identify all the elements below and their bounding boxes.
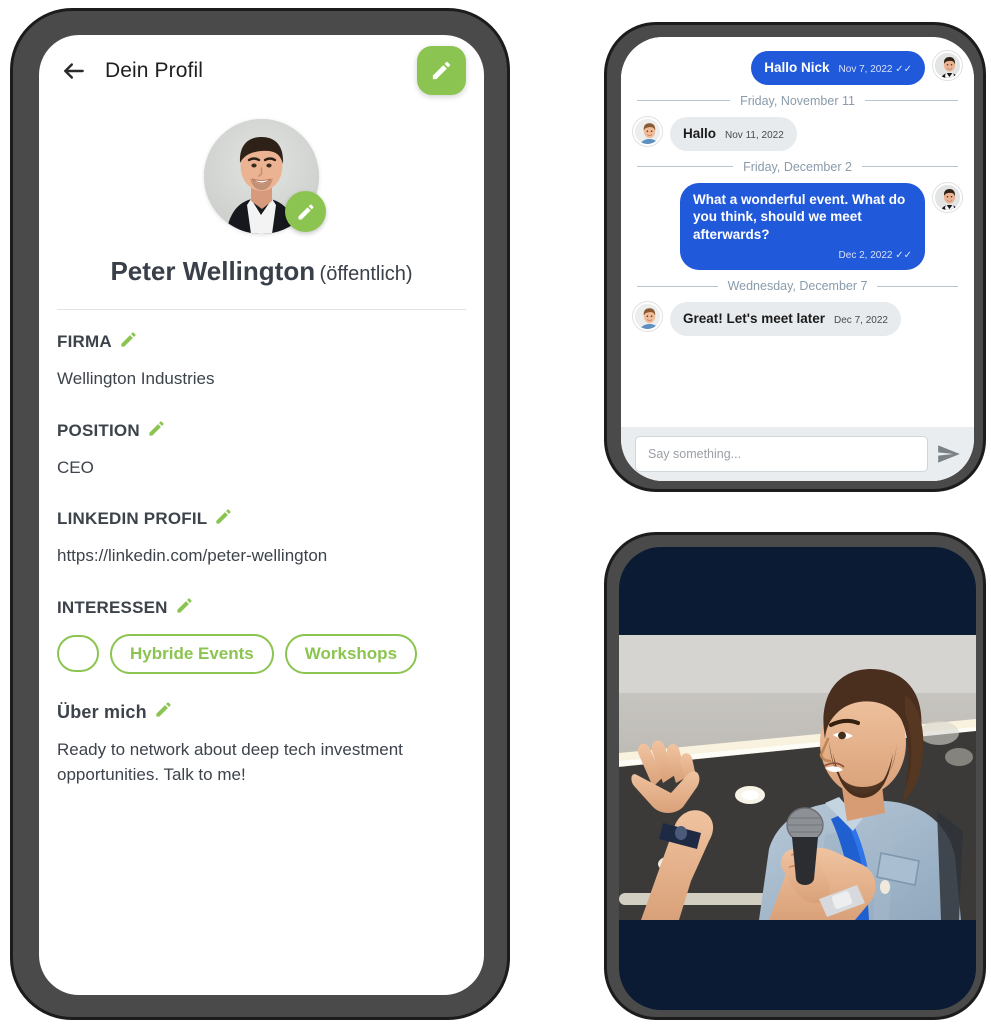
pencil-icon[interactable] — [154, 700, 173, 719]
phone-frame-chat: Hallo Nick Nov 7, 2022 ✓✓ Friday, Novembe… — [604, 22, 986, 492]
edit-profile-button[interactable] — [417, 46, 466, 95]
chat-message: Hallo Nick Nov 7, 2022 ✓✓ — [633, 51, 962, 85]
chat-input[interactable]: Say something... — [635, 436, 928, 472]
divider-line — [637, 166, 734, 168]
chat-bubble-outgoing: What a wonderful event. What do you thin… — [680, 182, 925, 271]
divider-line — [637, 285, 718, 287]
video-screen — [619, 547, 976, 1010]
avatar — [933, 51, 962, 80]
chat-bubble-outgoing: Hallo Nick Nov 7, 2022 ✓✓ — [751, 51, 925, 85]
field-value-linkedin: https://linkedin.com/peter-wellington — [57, 546, 328, 566]
chat-bubble-incoming: Hallo Nov 11, 2022 — [670, 116, 797, 151]
phone-frame-profile: Dein Profil Peter Wellington (öffentlich… — [10, 8, 510, 1020]
interest-chips: Hybride Events Workshops — [57, 633, 466, 674]
field-label-about: Über mich — [57, 702, 466, 723]
chat-message-text: Hallo Nick — [764, 60, 830, 75]
field-label-interessen: INTERESSEN — [57, 598, 466, 618]
chat-message: Great! Let's meet later Dec 7, 2022 — [633, 302, 962, 337]
profile-fields: FIRMA Wellington Industries POSITION CEO… — [39, 310, 484, 787]
profile-visibility: (öffentlich) — [319, 263, 413, 285]
avatar — [633, 116, 662, 146]
divider-line — [864, 100, 959, 102]
field-label-text: POSITION — [57, 420, 140, 440]
field-value-about: Ready to network about deep tech investm… — [57, 739, 403, 784]
interest-chip[interactable]: Hybride Events — [110, 633, 274, 674]
chat-message: Hallo Nov 11, 2022 — [633, 116, 962, 151]
field-label-position: POSITION — [57, 421, 466, 441]
chat-message-text: Great! Let's meet later — [683, 311, 826, 327]
divider-line — [637, 100, 731, 102]
chat-input-placeholder: Say something... — [648, 447, 742, 461]
chat-date-label: Friday, November 11 — [740, 93, 855, 108]
chat-input-bar: Say something... — [621, 427, 974, 481]
divider-line — [877, 285, 959, 287]
chat-message-meta: Nov 11, 2022 — [725, 129, 784, 141]
field-label-text: LINKEDIN PROFIL — [57, 509, 208, 529]
chat-message: What a wonderful event. What do you thin… — [633, 182, 962, 271]
back-arrow-icon[interactable] — [57, 54, 91, 88]
video-stage — [619, 547, 976, 1010]
field-label-firma: FIRMA — [57, 332, 466, 352]
chat-bubble-incoming: Great! Let's meet later Dec 7, 2022 — [670, 302, 901, 337]
avatar-wrapper — [204, 119, 326, 234]
profile-name: Peter Wellington — [110, 256, 316, 286]
screenshot-stage: Dein Profil Peter Wellington (öffentlich… — [0, 0, 991, 1025]
interest-chip[interactable]: Workshops — [284, 633, 418, 674]
field-value-position: CEO — [57, 457, 94, 477]
chat-message-meta: Dec 7, 2022 — [834, 315, 888, 327]
speaker-photo — [619, 635, 976, 920]
chat-message-meta: Nov 7, 2022 ✓✓ — [838, 64, 912, 75]
chat-message-list: Hallo Nick Nov 7, 2022 ✓✓ Friday, Novembe… — [621, 37, 974, 427]
interest-chip[interactable] — [57, 635, 99, 673]
chat-date-divider: Friday, December 2 — [637, 160, 958, 174]
pencil-icon[interactable] — [214, 507, 233, 526]
page-title: Dein Profil — [105, 59, 203, 82]
avatar — [633, 302, 662, 332]
profile-header: Dein Profil — [39, 35, 484, 107]
chat-date-divider: Friday, November 11 — [637, 93, 959, 108]
pencil-icon[interactable] — [147, 419, 166, 438]
field-label-text: INTERESSEN — [57, 597, 168, 617]
divider-line — [861, 166, 958, 168]
edit-avatar-button[interactable] — [285, 191, 326, 232]
field-label-text: FIRMA — [57, 332, 112, 351]
phone-frame-video — [604, 532, 986, 1020]
chat-message-text: Hallo — [683, 125, 717, 141]
pencil-icon[interactable] — [175, 596, 194, 615]
pencil-icon[interactable] — [119, 330, 138, 349]
chat-date-label: Wednesday, December 7 — [727, 279, 868, 294]
field-value-firma: Wellington Industries — [57, 369, 215, 388]
field-label-text: Über mich — [57, 701, 147, 722]
profile-name-row: Peter Wellington (öffentlich) — [57, 256, 466, 310]
chat-message-meta: Dec 2, 2022 ✓✓ — [838, 250, 912, 262]
profile-screen: Dein Profil Peter Wellington (öffentlich… — [39, 35, 484, 995]
avatar — [933, 182, 962, 212]
chat-date-label: Friday, December 2 — [743, 159, 852, 174]
chat-message-text: What a wonderful event. What do you thin… — [693, 191, 906, 243]
chat-date-divider: Wednesday, December 7 — [637, 279, 959, 294]
chat-screen: Hallo Nick Nov 7, 2022 ✓✓ Friday, Novembe… — [621, 37, 974, 481]
send-icon[interactable] — [936, 441, 962, 467]
field-label-linkedin: LINKEDIN PROFIL — [57, 509, 466, 529]
